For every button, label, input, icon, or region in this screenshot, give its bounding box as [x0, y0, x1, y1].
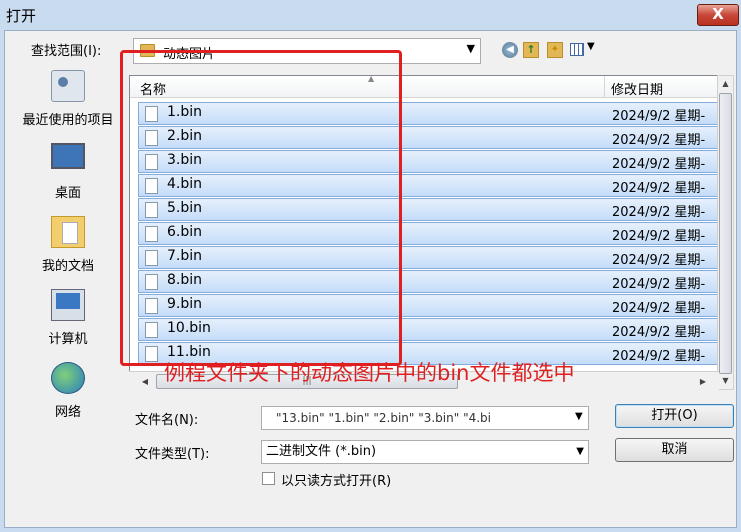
chevron-down-icon[interactable]: ▼	[575, 411, 583, 422]
file-date: 2024/9/2 星期-	[612, 277, 706, 292]
file-date: 2024/9/2 星期-	[612, 109, 706, 124]
file-date: 2024/9/2 星期-	[612, 253, 706, 268]
place-label: 桌面	[54, 186, 81, 201]
open-button[interactable]: 打开(O)	[615, 404, 734, 428]
chevron-down-icon: ▼	[576, 446, 584, 457]
read-only-label: 以只读方式打开(R)	[281, 474, 392, 489]
computer-icon	[51, 289, 85, 321]
file-date: 2024/9/2 星期-	[612, 349, 706, 364]
documents-icon	[51, 216, 85, 248]
window-title: 打开	[6, 7, 37, 25]
title-bar: 打开 X	[0, 0, 741, 30]
desktop-icon	[51, 143, 85, 169]
scroll-right-icon[interactable]: ▶	[695, 374, 711, 389]
close-button[interactable]: X	[697, 4, 739, 26]
look-in-label: 查找范围(I):	[31, 44, 102, 59]
file-date: 2024/9/2 星期-	[612, 157, 706, 172]
file-name-input[interactable]: "13.bin" "1.bin" "2.bin" "3.bin" "4.bi	[261, 406, 589, 430]
place-label: 网络	[54, 405, 81, 420]
file-name-label: 文件名(N):	[135, 413, 199, 428]
scroll-up-icon[interactable]: ▲	[718, 76, 733, 92]
place-recent[interactable]: 最近使用的项目	[7, 66, 129, 136]
file-type-select[interactable]: 二进制文件 (*.bin) ▼	[261, 440, 589, 464]
file-type-value: 二进制文件 (*.bin)	[266, 444, 377, 459]
place-label: 我的文档	[41, 259, 94, 274]
annotation-text: 例程文件夹下的动态图片中的bin文件都选中	[164, 361, 575, 385]
file-date: 2024/9/2 星期-	[612, 229, 706, 244]
chevron-down-icon: ▼	[466, 42, 475, 55]
selection-highlight-box	[120, 50, 402, 366]
vertical-scroll-thumb[interactable]	[719, 93, 732, 374]
view-grid-icon	[570, 43, 584, 56]
place-computer[interactable]: 计算机	[7, 285, 129, 355]
cancel-button[interactable]: 取消	[615, 438, 734, 462]
file-date: 2024/9/2 星期-	[612, 205, 706, 220]
column-header-date[interactable]: 修改日期	[611, 79, 663, 98]
read-only-checkbox[interactable]	[262, 472, 275, 485]
place-network[interactable]: 网络	[7, 358, 129, 428]
file-type-label: 文件类型(T):	[135, 447, 210, 462]
new-folder-icon[interactable]: ✦	[547, 42, 563, 58]
file-date: 2024/9/2 星期-	[612, 133, 706, 148]
place-label: 最近使用的项目	[22, 113, 114, 128]
up-folder-icon[interactable]: ↑	[523, 42, 539, 58]
file-date: 2024/9/2 星期-	[612, 301, 706, 316]
view-menu-arrow: ▼	[587, 41, 595, 52]
file-date: 2024/9/2 星期-	[612, 181, 706, 196]
vertical-scrollbar[interactable]: ▲ ▼	[717, 75, 734, 390]
place-label: 计算机	[48, 332, 88, 347]
file-date: 2024/9/2 星期-	[612, 325, 706, 340]
open-file-dialog: 打开 X 查找范围(I): 动态图片 ▼ ◀ ↑ ✦ ▼ 最近使用的项目 桌面	[0, 0, 741, 532]
recent-icon	[51, 70, 85, 102]
places-bar: 最近使用的项目 桌面 我的文档 计算机 网络	[7, 66, 129, 486]
back-icon[interactable]: ◀	[502, 42, 518, 58]
column-divider[interactable]	[604, 76, 605, 98]
network-icon	[51, 362, 85, 394]
scroll-down-icon[interactable]: ▼	[718, 373, 733, 389]
view-menu-button[interactable]: ▼	[570, 41, 600, 58]
place-documents[interactable]: 我的文档	[7, 212, 129, 282]
scroll-left-icon[interactable]: ◀	[137, 374, 153, 389]
place-desktop[interactable]: 桌面	[7, 139, 129, 209]
